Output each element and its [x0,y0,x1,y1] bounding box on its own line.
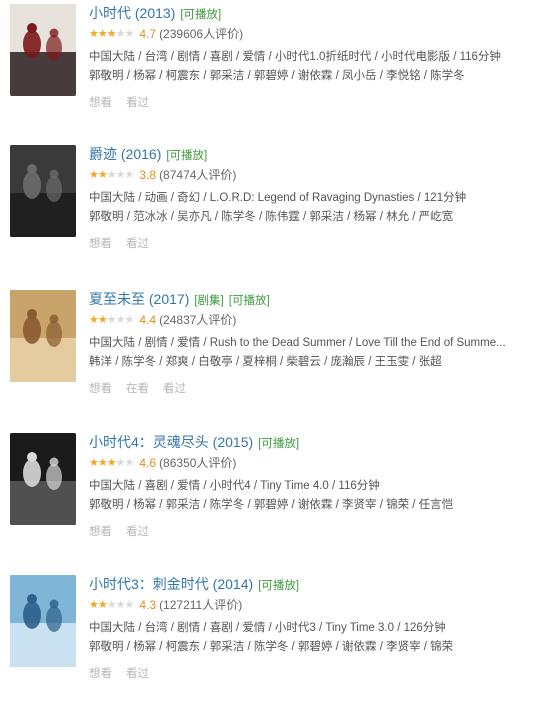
action-link-want[interactable]: 想看 [89,238,112,250]
votes-count: (86350人评价) [159,456,237,470]
star-icon: ★ [97,314,108,326]
star-icon: ★ [106,28,117,40]
rating-score: 4.4 [139,313,157,327]
movie-item: 爵迹 (2016) [可播放] ★★★★★ 3.8 (87474人评价) 中国大陆 / 动… [0,141,560,277]
title-row: 小时代3：刺金时代 (2014) [可播放] [89,574,299,594]
votes-count: (127211人评价) [159,598,243,612]
action-link-want[interactable]: 想看 [89,383,112,395]
star-icon: ★ [115,28,126,40]
movie-result-list: 小时代 (2013) [可播放] ★★★★★ 4.7 (239606人评价) 中国大陆 /… [0,0,560,699]
title-row: 小时代4：灵魂尽头 (2015) [可播放] [89,432,299,452]
star-icon: ★ [124,599,135,611]
movie-cast: 郭敬明 / 杨幂 / 柯震东 / 郭采洁 / 陈学冬 / 郭碧婷 / 谢依霖 /… [89,641,454,653]
movie-title-link[interactable]: 夏至未至 (2017) [89,291,189,307]
movie-meta-info: 中国大陆 / 台湾 / 剧情 / 喜剧 / 爱情 / 小时代3 / Tiny T… [89,622,446,634]
star-icon: ★ [115,457,126,469]
status-tag[interactable]: [可播放] [258,438,299,450]
movie-title-link[interactable]: 小时代3：刺金时代 (2014) [89,576,253,592]
action-link-want[interactable]: 想看 [89,97,112,109]
star-icon: ★ [89,169,99,181]
action-links: 想看 看过 [89,524,163,540]
action-link-watched[interactable]: 看过 [126,238,149,250]
movie-meta-info: 中国大陆 / 喜剧 / 爱情 / 小时代4 / Tiny Time 4.0 / … [89,480,380,492]
movie-title-link[interactable]: 小时代4：灵魂尽头 (2015) [89,434,253,450]
star-icon: ★ [89,28,99,40]
movie-item: 小时代4：灵魂尽头 (2015) [可播放] ★★★★★ 4.6 (86350人评价) 中… [0,429,560,565]
status-tag[interactable]: [可播放] [258,580,299,592]
star-icon: ★ [115,314,126,326]
star-icon: ★ [106,169,117,181]
rating-row: ★★★★★ 4.7 (239606人评价) [89,26,243,42]
rating-row: ★★★★★ 4.3 (127211人评价) [89,597,242,613]
star-rating: ★★★★★ [89,312,135,328]
rating-score: 4.7 [139,27,157,41]
poster-thumbnail[interactable] [10,145,76,237]
votes-count: (24837人评价) [159,313,237,327]
status-tag[interactable]: [可播放] [229,295,270,307]
star-rating: ★★★★★ [89,597,135,613]
star-icon: ★ [89,457,99,469]
star-icon: ★ [106,599,117,611]
movie-title-link[interactable]: 爵迹 (2016) [89,146,161,162]
movie-cast: 郭敬明 / 杨幂 / 郭采洁 / 陈学冬 / 郭碧婷 / 谢依霖 / 李贤宰 /… [89,499,454,511]
star-icon: ★ [97,599,108,611]
star-icon: ★ [89,599,99,611]
star-rating: ★★★★★ [89,167,135,183]
status-tag[interactable]: [剧集] [194,295,223,307]
star-icon: ★ [106,457,117,469]
star-rating: ★★★★★ [89,455,135,471]
action-link-watched[interactable]: 看过 [126,668,149,680]
action-links: 想看 看过 [89,236,163,252]
poster-thumbnail[interactable] [10,433,76,525]
movie-item: 小时代 (2013) [可播放] ★★★★★ 4.7 (239606人评价) 中国大陆 /… [0,0,560,136]
title-row: 爵迹 (2016) [可播放] [89,144,207,164]
movie-meta-info: 中国大陆 / 动画 / 奇幻 / L.O.R.D: Legend of Rava… [89,192,467,204]
rating-row: ★★★★★ 4.4 (24837人评价) [89,312,236,328]
star-rating: ★★★★★ [89,26,135,42]
star-icon: ★ [124,28,135,40]
star-icon: ★ [115,169,126,181]
votes-count: (239606人评价) [159,27,244,41]
movie-item: 小时代3：刺金时代 (2014) [可播放] ★★★★★ 4.3 (127211人评价)… [0,571,560,707]
rating-score: 4.6 [139,456,157,470]
action-link-watching[interactable]: 在看 [126,383,149,395]
rating-score: 4.3 [139,598,157,612]
rating-score: 3.8 [139,168,157,182]
title-row: 小时代 (2013) [可播放] [89,3,221,23]
status-tag[interactable]: [可播放] [166,150,207,162]
star-icon: ★ [124,169,135,181]
action-link-want[interactable]: 想看 [89,668,112,680]
star-icon: ★ [97,169,108,181]
movie-cast: 韩洋 / 陈学冬 / 郑爽 / 白敬亭 / 夏梓桐 / 柴碧云 / 庞瀚辰 / … [89,356,442,368]
star-icon: ★ [97,457,108,469]
star-icon: ★ [89,314,99,326]
movie-item: 夏至未至 (2017) [剧集] [可播放] ★★★★★ 4.4 (24837人评价) 中国… [0,286,560,422]
title-row: 夏至未至 (2017) [剧集] [可播放] [89,289,270,309]
poster-thumbnail[interactable] [10,290,76,382]
action-link-watched[interactable]: 看过 [126,97,149,109]
action-links: 想看 看过 [89,95,163,111]
action-link-watched[interactable]: 看过 [163,383,186,395]
votes-count: (87474人评价) [159,168,237,182]
rating-row: ★★★★★ 3.8 (87474人评价) [89,167,236,183]
rating-row: ★★★★★ 4.6 (86350人评价) [89,455,236,471]
star-icon: ★ [106,314,117,326]
poster-thumbnail[interactable] [10,4,76,96]
movie-title-link[interactable]: 小时代 (2013) [89,5,175,21]
action-links: 想看 看过 [89,666,163,682]
action-link-want[interactable]: 想看 [89,526,112,538]
star-icon: ★ [124,457,135,469]
movie-meta-info: 中国大陆 / 剧情 / 爱情 / Rush to the Dead Summer… [89,337,506,349]
action-links: 想看 在看 看过 [89,381,200,397]
star-icon: ★ [97,28,108,40]
movie-cast: 郭敬明 / 杨幂 / 柯震东 / 郭采洁 / 郭碧婷 / 谢依霖 / 凤小岳 /… [89,70,465,82]
movie-cast: 郭敬明 / 范冰冰 / 吴亦凡 / 陈学冬 / 陈伟霆 / 郭采洁 / 杨幂 /… [89,211,454,223]
movie-meta-info: 中国大陆 / 台湾 / 剧情 / 喜剧 / 爱情 / 小时代1.0折纸时代 / … [89,51,501,63]
star-icon: ★ [115,599,126,611]
status-tag[interactable]: [可播放] [180,9,221,21]
action-link-watched[interactable]: 看过 [126,526,149,538]
poster-thumbnail[interactable] [10,575,76,667]
star-icon: ★ [124,314,135,326]
